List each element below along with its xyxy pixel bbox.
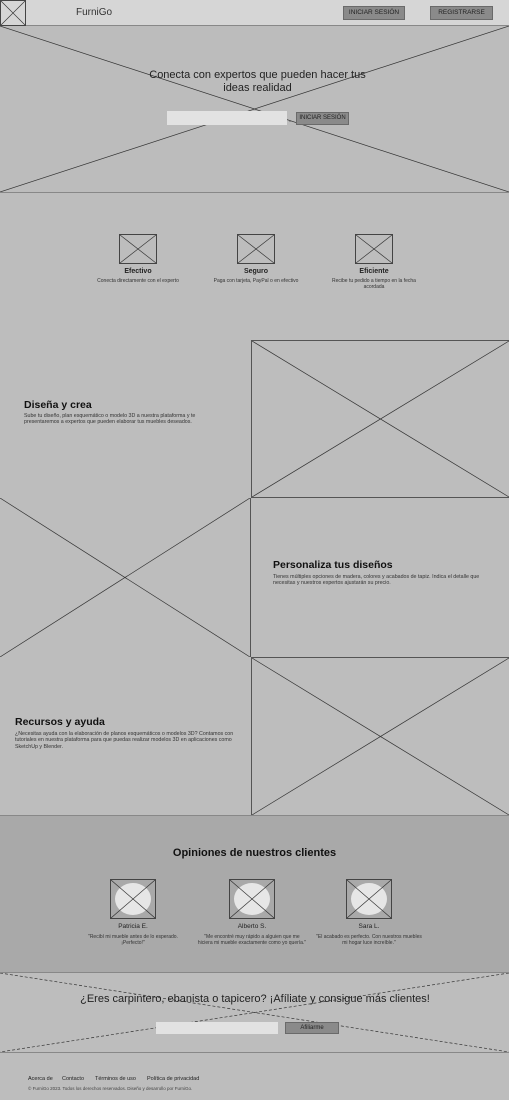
- footer-link-contact[interactable]: Contacto: [62, 1076, 84, 1082]
- testimonial-card: Alberto S. "Me encontré muy rápido a alg…: [197, 879, 307, 946]
- clock-icon: [355, 234, 393, 264]
- feature-description: Conecta directamente con el experto: [97, 278, 179, 284]
- top-navbar: FurniGo INICIAR SESIÓN REGISTRARSE: [0, 0, 509, 26]
- logo-placeholder[interactable]: [0, 0, 26, 26]
- affiliate-cta: ¿Eres carpintero, ebanista o tapicero? ¡…: [0, 973, 509, 1053]
- cta-title: ¿Eres carpintero, ebanista o tapicero? ¡…: [80, 993, 430, 1005]
- hero-search-input[interactable]: [167, 111, 287, 125]
- resources-image-placeholder: [251, 657, 509, 815]
- hero-submit-button[interactable]: INICIAR SESIÓN: [296, 112, 349, 125]
- avatar: [346, 879, 392, 919]
- feature-title: Seguro: [243, 268, 269, 275]
- wallet-icon: [119, 234, 157, 264]
- footer-link-about[interactable]: Acerca de: [28, 1076, 53, 1082]
- feature-description: Recibe tu pedido a tiempo en la fecha ac…: [332, 278, 416, 290]
- section-text-resources: ¿Necesitas ayuda con la elaboración de p…: [15, 731, 234, 750]
- customize-image-placeholder: [0, 498, 251, 657]
- testimonial-name: Alberto S.: [237, 923, 267, 930]
- testimonial-card: Patricia E. "Recibí mi mueble antes de l…: [78, 879, 188, 946]
- feature-title: Efectivo: [124, 268, 152, 275]
- footer: Acerca de Contacto Términos de uso Polít…: [0, 1053, 509, 1100]
- features-section: Efectivo Conecta directamente con el exp…: [0, 193, 509, 340]
- testimonials-title: Opiniones de nuestros clientes: [172, 847, 337, 859]
- footer-link-privacy[interactable]: Política de privacidad: [147, 1076, 199, 1082]
- register-button[interactable]: REGISTRARSE: [430, 6, 493, 20]
- section-title-resources: Recursos y ayuda: [15, 716, 105, 728]
- avatar: [229, 879, 275, 919]
- section-title-design: Diseña y crea: [24, 399, 92, 411]
- avatar: [110, 879, 156, 919]
- copyright-text: © FurniGo 2023. Todos los derechos reser…: [28, 1086, 193, 1091]
- login-button[interactable]: INICIAR SESIÓN: [343, 6, 405, 20]
- feature-card: Seguro Paga con tarjeta, PayPal o en efe…: [206, 234, 306, 284]
- section-text-design: Sube tu diseño, plan esquemático o model…: [24, 413, 196, 426]
- testimonial-quote: "El acabado es perfecto. Con nuestros mu…: [316, 934, 422, 946]
- feature-card: Efectivo Conecta directamente con el exp…: [88, 234, 188, 284]
- hero-title: Conecta con expertos que pueden hacer tu…: [149, 69, 366, 94]
- testimonial-name: Sara L.: [358, 923, 380, 930]
- testimonial-quote: "Me encontré muy rápido a alguien que me…: [197, 934, 307, 946]
- hero-banner: Conecta con expertos que pueden hacer tu…: [0, 26, 509, 193]
- footer-link-terms[interactable]: Términos de uso: [95, 1076, 136, 1082]
- feature-title: Eficiente: [359, 268, 389, 275]
- shield-icon: [237, 234, 275, 264]
- section-title-customize: Personaliza tus diseños: [273, 559, 393, 571]
- testimonial-quote: "Recibí mi mueble antes de lo esperado. …: [88, 934, 178, 946]
- testimonial-card: Sara L. "El acabado es perfecto. Con nue…: [314, 879, 424, 946]
- testimonial-name: Patricia E.: [118, 923, 148, 930]
- feature-card: Eficiente Recibe tu pedido a tiempo en l…: [324, 234, 424, 290]
- testimonials-section: Opiniones de nuestros clientes Patricia …: [0, 815, 509, 973]
- feature-description: Paga con tarjeta, PayPal o en efectivo: [213, 278, 299, 284]
- brand-name[interactable]: FurniGo: [76, 7, 112, 18]
- design-image-placeholder: [251, 340, 509, 498]
- section-text-customize: Tienes múltiples opciones de madera, col…: [273, 574, 480, 587]
- affiliate-button[interactable]: Afiliarme: [285, 1022, 339, 1034]
- affiliate-email-input[interactable]: [156, 1022, 278, 1034]
